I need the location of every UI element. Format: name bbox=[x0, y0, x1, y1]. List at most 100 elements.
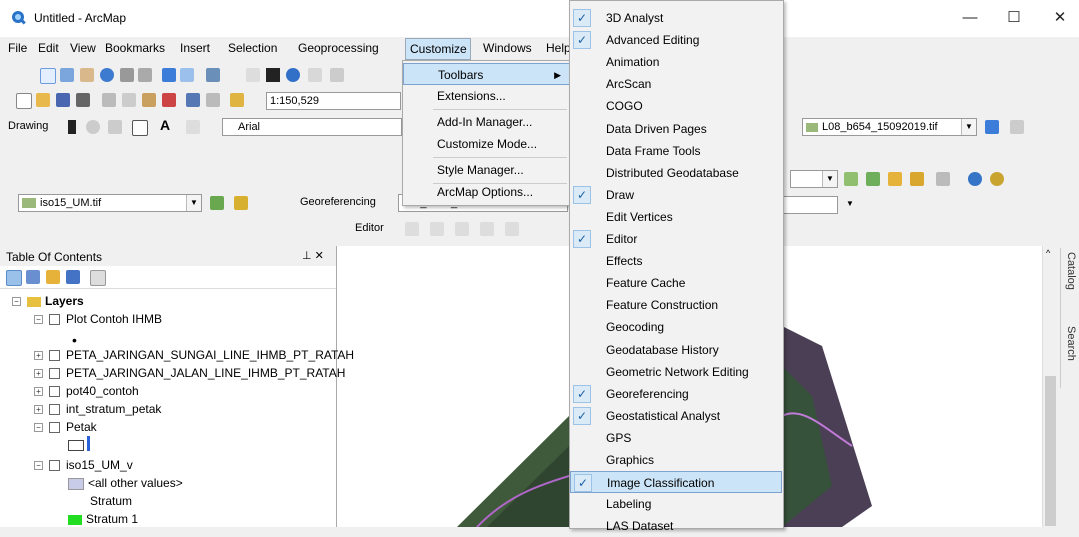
toc-layer-row[interactable]: − Plot Contoh IHMB bbox=[34, 312, 162, 326]
right-layer-combo[interactable]: L08_b654_15092019.tif ▼ bbox=[802, 118, 977, 136]
editor-menu[interactable]: Editor bbox=[355, 222, 384, 234]
menu-item-arcmap-options[interactable]: ArcMap Options... bbox=[403, 181, 570, 203]
minimize-button[interactable]: — bbox=[950, 6, 990, 30]
print-icon[interactable] bbox=[76, 93, 90, 107]
trace-icon[interactable] bbox=[480, 222, 494, 236]
expand-toggle[interactable]: + bbox=[34, 405, 43, 415]
find-icon[interactable] bbox=[308, 68, 322, 82]
toolbar-toggle-item[interactable]: Labeling bbox=[570, 493, 782, 515]
toolbar-toggle-item[interactable]: Data Driven Pages bbox=[570, 118, 782, 140]
toc-layer-row[interactable]: + PETA_JARINGAN_JALAN_LINE_IHMB_PT_RATAH bbox=[34, 366, 345, 380]
toolbar-toggle-item[interactable]: Animation bbox=[570, 51, 782, 73]
training-sample-icon[interactable] bbox=[844, 172, 858, 186]
toolbar-toggle-item[interactable]: COGO bbox=[570, 95, 782, 117]
toolbar-toggle-item[interactable]: LAS Dataset bbox=[570, 515, 782, 537]
edit-tool-icon[interactable] bbox=[405, 222, 419, 236]
rectangle-icon[interactable] bbox=[132, 120, 148, 136]
classification-icon[interactable] bbox=[210, 196, 224, 210]
menu-item-extensions[interactable]: Extensions... bbox=[403, 85, 570, 107]
toolbar-toggle-item[interactable]: ✓ Advanced Editing bbox=[570, 29, 782, 51]
full-extent-icon[interactable] bbox=[100, 68, 114, 82]
toolbar-toggle-item[interactable]: Effects bbox=[570, 250, 782, 272]
toolbar-toggle-item[interactable]: Graphics bbox=[570, 449, 782, 471]
menu-item-style-manager[interactable]: Style Manager... bbox=[403, 159, 570, 181]
font-combo[interactable]: Arial bbox=[222, 118, 402, 136]
georeferencing-menu[interactable]: Georeferencing bbox=[300, 196, 376, 208]
zoom-whole-page-icon[interactable] bbox=[108, 120, 122, 134]
menu-customize[interactable]: Customize bbox=[405, 38, 471, 60]
histogram-icon[interactable] bbox=[234, 196, 248, 210]
menu-item-toolbars[interactable]: Toolbars ▶ bbox=[403, 63, 570, 85]
expand-toggle[interactable]: + bbox=[34, 369, 43, 379]
expand-toggle[interactable]: − bbox=[34, 315, 43, 325]
menu-item-add-in-manager[interactable]: Add-In Manager... bbox=[403, 111, 570, 133]
forward-icon[interactable] bbox=[180, 68, 194, 82]
select-features-icon[interactable] bbox=[206, 68, 220, 82]
toolbar-toggle-item[interactable]: Edit Vertices bbox=[570, 206, 782, 228]
list-by-visibility-icon[interactable] bbox=[46, 270, 60, 284]
redo-icon[interactable] bbox=[206, 93, 220, 107]
clear-selection-icon[interactable] bbox=[246, 68, 260, 82]
undo-icon[interactable] bbox=[186, 93, 200, 107]
layer-combo[interactable]: iso15_UM.tif ▼ bbox=[18, 194, 202, 212]
layer-visibility-checkbox[interactable] bbox=[49, 314, 60, 326]
toolbar-toggle-item[interactable]: ✓ 3D Analyst bbox=[570, 7, 782, 29]
toc-layer-row[interactable]: − Petak bbox=[34, 420, 97, 434]
list-by-source-icon[interactable] bbox=[26, 270, 40, 284]
paste-icon[interactable] bbox=[142, 93, 156, 107]
toolbar-toggle-item[interactable]: Feature Cache bbox=[570, 272, 782, 294]
map-view[interactable] bbox=[337, 246, 570, 528]
select-elements-arrow-icon[interactable] bbox=[68, 120, 76, 134]
layer-visibility-checkbox[interactable] bbox=[49, 368, 60, 380]
layer-visibility-checkbox[interactable] bbox=[49, 386, 60, 398]
layer-visibility-checkbox[interactable] bbox=[49, 404, 60, 416]
scatterplot-icon[interactable] bbox=[936, 172, 950, 186]
right-combo-3[interactable] bbox=[782, 196, 838, 214]
globe-icon[interactable] bbox=[968, 172, 982, 186]
toolbar-toggle-item[interactable]: Distributed Geodatabase bbox=[570, 162, 782, 184]
toolbar-toggle-item[interactable]: Geometric Network Editing bbox=[570, 361, 782, 383]
toc-layer-row[interactable]: − iso15_UM_v bbox=[34, 458, 133, 472]
zoom-out-icon[interactable] bbox=[60, 68, 74, 82]
drawing-menu[interactable]: Drawing bbox=[8, 120, 48, 132]
select-elements-icon[interactable] bbox=[266, 68, 280, 82]
search-tab[interactable]: Search bbox=[1063, 326, 1077, 386]
new-text-icon[interactable]: A bbox=[160, 117, 170, 133]
toc-layer-row[interactable]: + pot40_contoh bbox=[34, 384, 139, 398]
graph-icon[interactable] bbox=[1010, 120, 1024, 134]
toolbar-toggle-item[interactable]: ✓ Image Classification bbox=[570, 471, 782, 494]
expand-toggle[interactable]: − bbox=[34, 423, 43, 433]
toolbar-toggle-item[interactable]: ✓ Draw bbox=[570, 184, 782, 206]
toc-pin-close[interactable]: ⊥ ✕ bbox=[302, 249, 324, 262]
fixed-zoom-in-icon[interactable] bbox=[120, 68, 134, 82]
toolbar-toggle-item[interactable]: Geocoding bbox=[570, 316, 782, 338]
close-button[interactable]: ✕ bbox=[1040, 6, 1079, 30]
identify-icon[interactable] bbox=[286, 68, 300, 82]
toolbar-toggle-item[interactable]: Data Frame Tools bbox=[570, 140, 782, 162]
sketch-tool-icon[interactable] bbox=[430, 222, 444, 236]
rotate-icon[interactable] bbox=[86, 120, 100, 134]
toolbar-toggle-item[interactable]: GPS bbox=[570, 427, 782, 449]
open-icon[interactable] bbox=[36, 93, 50, 107]
signature-icon[interactable] bbox=[910, 172, 924, 186]
map-scale-combo[interactable]: 1:150,529 bbox=[266, 92, 401, 110]
chevron-down-icon[interactable]: ▼ bbox=[961, 119, 976, 135]
cut-icon[interactable] bbox=[102, 93, 116, 107]
add-data-icon[interactable] bbox=[230, 93, 244, 107]
menu-bookmarks[interactable]: Bookmarks bbox=[105, 41, 165, 55]
expand-toggle[interactable]: − bbox=[34, 461, 43, 471]
menu-windows[interactable]: Windows bbox=[483, 41, 532, 55]
list-by-selection-icon[interactable] bbox=[66, 270, 80, 284]
polygon-sample-icon[interactable] bbox=[866, 172, 880, 186]
menu-item-customize-mode[interactable]: Customize Mode... bbox=[403, 133, 570, 155]
toc-layer-row[interactable]: + int_stratum_petak bbox=[34, 402, 161, 416]
sample-manager-icon[interactable] bbox=[888, 172, 902, 186]
layer-visibility-checkbox[interactable] bbox=[49, 460, 60, 472]
search-globe-icon[interactable] bbox=[990, 172, 1004, 186]
expand-toggle[interactable]: + bbox=[34, 387, 43, 397]
toolbar-toggle-item[interactable]: ✓ Georeferencing bbox=[570, 383, 782, 405]
expand-toggle[interactable]: + bbox=[34, 351, 43, 361]
menu-selection[interactable]: Selection bbox=[228, 41, 277, 55]
layer-visibility-checkbox[interactable] bbox=[49, 350, 60, 362]
toolbar-toggle-item[interactable]: ✓ Editor bbox=[570, 228, 782, 250]
